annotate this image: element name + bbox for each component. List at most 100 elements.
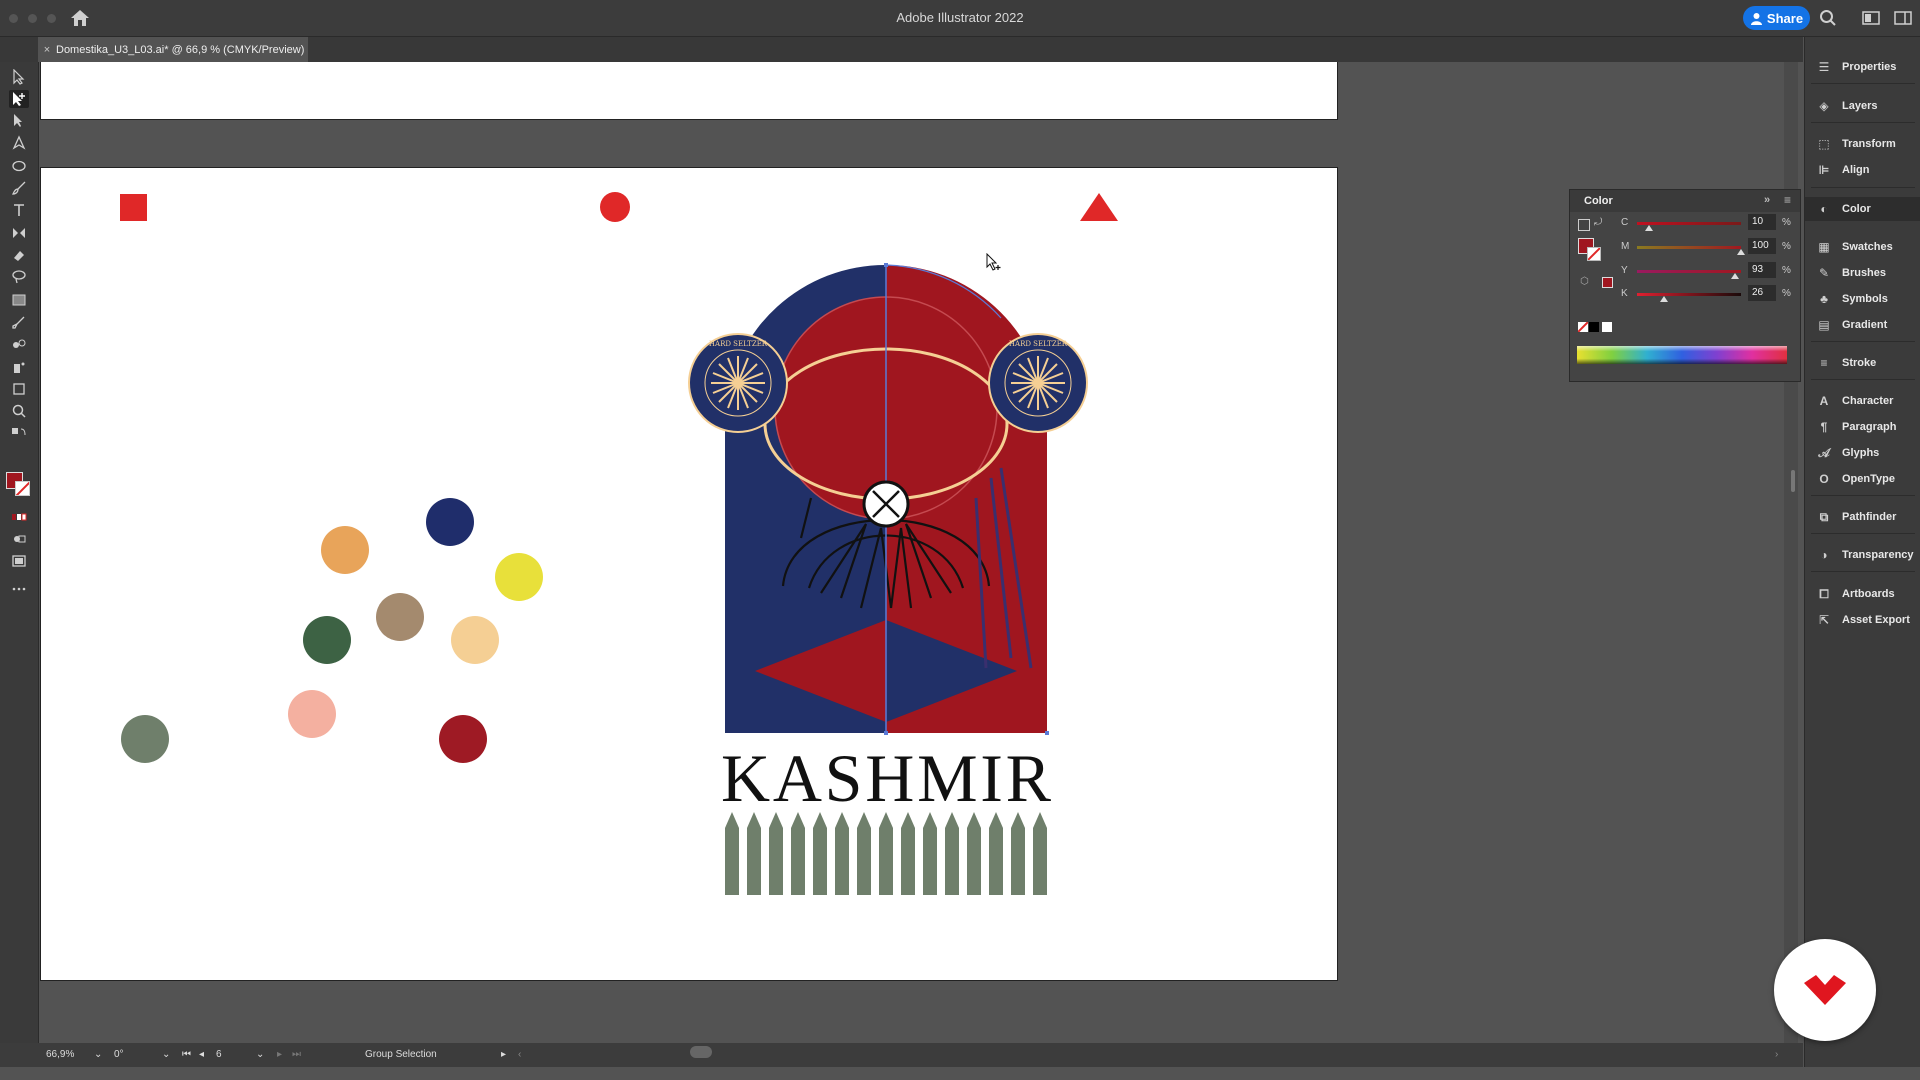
zoom-level-field[interactable]: 66,9% bbox=[46, 1049, 74, 1060]
search-icon[interactable] bbox=[1819, 9, 1837, 27]
scroll-left-icon[interactable]: ‹ bbox=[518, 1049, 521, 1060]
close-tab-icon[interactable]: × bbox=[38, 44, 56, 56]
panel-item-opentype[interactable]: O OpenType bbox=[1805, 467, 1920, 491]
selection-tool-icon[interactable] bbox=[9, 68, 29, 86]
gradient-tool-icon[interactable] bbox=[9, 291, 29, 309]
rotation-field[interactable]: 0° bbox=[114, 1049, 124, 1060]
color-mode-icon[interactable] bbox=[9, 508, 29, 526]
panel-item-pathfinder[interactable]: ⧉ Pathfinder bbox=[1805, 505, 1920, 529]
color-spectrum-bar[interactable] bbox=[1577, 346, 1787, 364]
horizontal-scroll-thumb[interactable] bbox=[690, 1046, 712, 1058]
zoom-dropdown-icon[interactable]: ⌄ bbox=[94, 1049, 102, 1060]
artboard-upper[interactable] bbox=[40, 62, 1338, 120]
palette-swatch-peach[interactable] bbox=[451, 616, 499, 664]
artboard[interactable]: HARD SELTZER HARD SELTZER KASHMIR bbox=[40, 167, 1338, 981]
app-title: Adobe Illustrator 2022 bbox=[896, 10, 1024, 25]
yellow-slider-thumb[interactable] bbox=[1731, 273, 1739, 279]
red-triangle-shape[interactable] bbox=[1080, 193, 1118, 221]
palette-swatch-green[interactable] bbox=[303, 616, 351, 664]
pen-tool-icon[interactable] bbox=[9, 134, 29, 152]
paintbrush-tool-icon[interactable] bbox=[9, 179, 29, 197]
rotation-dropdown-icon[interactable]: ⌄ bbox=[162, 1049, 170, 1060]
group-selection-tool-icon[interactable] bbox=[9, 90, 29, 108]
screen-mode-icon[interactable] bbox=[9, 552, 29, 570]
next-artboard-icon[interactable]: ▸ bbox=[277, 1049, 282, 1060]
workspace-switcher-icon[interactable] bbox=[1862, 9, 1880, 27]
direct-selection-tool-icon[interactable] bbox=[9, 112, 29, 130]
panel-item-glyphs[interactable]: 𝒜 Glyphs bbox=[1805, 441, 1920, 465]
artboard-dropdown-icon[interactable]: ⌄ bbox=[256, 1049, 264, 1060]
panel-item-artboards[interactable]: ⧠ Artboards bbox=[1805, 582, 1920, 606]
panel-item-color[interactable]: ◐ Color bbox=[1805, 197, 1920, 221]
document-tab[interactable]: × Domestika_U3_L03.ai* @ 66,9 % (CMYK/Pr… bbox=[38, 37, 308, 62]
artboard-tool-icon[interactable] bbox=[9, 380, 29, 398]
collapse-panel-icon[interactable]: » bbox=[1764, 194, 1770, 206]
lasso-tool-icon[interactable] bbox=[9, 268, 29, 286]
panel-toggle-icon[interactable] bbox=[1894, 9, 1912, 27]
black-value-input[interactable]: 26 bbox=[1748, 285, 1776, 301]
magenta-slider-row[interactable]: M 100 % bbox=[1570, 236, 1800, 258]
kashmir-wordmark[interactable]: KASHMIR bbox=[721, 740, 1052, 816]
first-artboard-icon[interactable]: ⏮ bbox=[182, 1049, 191, 1060]
magenta-value-input[interactable]: 100 bbox=[1748, 238, 1776, 254]
palette-swatch-yellow[interactable] bbox=[495, 553, 543, 601]
yellow-value-input[interactable]: 93 bbox=[1748, 262, 1776, 278]
panel-item-align[interactable]: ⊫ Align bbox=[1805, 158, 1920, 182]
scroll-right-icon[interactable]: › bbox=[1775, 1049, 1778, 1060]
draw-mode-icon[interactable] bbox=[9, 530, 29, 548]
artwork-canvas[interactable]: HARD SELTZER HARD SELTZER KASHMIR bbox=[41, 168, 1337, 980]
medallion-left[interactable]: HARD SELTZER bbox=[688, 333, 788, 433]
panel-item-gradient[interactable]: ▤ Gradient bbox=[1805, 313, 1920, 337]
eyedropper-tool-icon[interactable] bbox=[9, 313, 29, 331]
black-swatch[interactable] bbox=[1589, 322, 1599, 332]
panel-menu-icon[interactable]: ≡ bbox=[1784, 193, 1791, 207]
panel-item-stroke[interactable]: ≡ Stroke bbox=[1805, 351, 1920, 375]
medallion-right[interactable]: HARD SELTZER bbox=[988, 333, 1088, 433]
palette-swatch-crimson[interactable] bbox=[439, 715, 487, 763]
last-artboard-icon[interactable]: ⏭ bbox=[292, 1049, 301, 1060]
fence-pickets[interactable] bbox=[725, 812, 1047, 895]
more-tools-icon[interactable] bbox=[9, 580, 29, 598]
panel-item-character[interactable]: A Character bbox=[1805, 389, 1920, 413]
none-swatch[interactable] bbox=[1578, 322, 1588, 332]
panel-item-swatches[interactable]: ▦ Swatches bbox=[1805, 235, 1920, 259]
palette-swatch-orange[interactable] bbox=[321, 526, 369, 574]
panel-item-symbols[interactable]: ♣ Symbols bbox=[1805, 287, 1920, 311]
palette-swatch-sage[interactable] bbox=[121, 715, 169, 763]
yellow-slider-row[interactable]: Y 93 % bbox=[1570, 260, 1800, 282]
palette-swatch-navy[interactable] bbox=[426, 498, 474, 546]
blend-tool-icon[interactable] bbox=[9, 335, 29, 353]
white-swatch[interactable] bbox=[1602, 322, 1612, 332]
palette-swatch-pink[interactable] bbox=[288, 690, 336, 738]
panel-item-properties[interactable]: ☰ Properties bbox=[1805, 55, 1920, 79]
panel-item-transform[interactable]: ⬚ Transform bbox=[1805, 132, 1920, 156]
cyan-slider-thumb[interactable] bbox=[1645, 225, 1653, 231]
panel-item-transparency[interactable]: ◑ Transparency bbox=[1805, 543, 1920, 567]
panel-item-brushes[interactable]: ✎ Brushes bbox=[1805, 261, 1920, 285]
share-button[interactable]: Share bbox=[1743, 6, 1810, 30]
zoom-tool-icon[interactable] bbox=[9, 402, 29, 420]
panel-item-layers[interactable]: ◈ Layers bbox=[1805, 94, 1920, 118]
reflect-tool-icon[interactable] bbox=[9, 224, 29, 242]
ellipse-tool-icon[interactable] bbox=[9, 157, 29, 175]
status-menu-icon[interactable]: ▸ bbox=[501, 1049, 506, 1060]
swap-fill-stroke-icon[interactable] bbox=[9, 424, 29, 442]
symbol-sprayer-tool-icon[interactable] bbox=[9, 358, 29, 376]
vertical-scroll-thumb[interactable] bbox=[1791, 470, 1795, 492]
red-circle-shape[interactable] bbox=[600, 192, 630, 222]
previous-artboard-icon[interactable]: ◂ bbox=[199, 1049, 204, 1060]
black-slider-thumb[interactable] bbox=[1660, 296, 1668, 302]
panel-item-asset-export[interactable]: ⇱ Asset Export bbox=[1805, 608, 1920, 632]
kashmir-illustration[interactable]: HARD SELTZER HARD SELTZER KASHMIR bbox=[688, 263, 1088, 895]
eraser-tool-icon[interactable] bbox=[9, 246, 29, 264]
type-tool-icon[interactable] bbox=[9, 201, 29, 219]
magenta-slider-thumb[interactable] bbox=[1737, 249, 1745, 255]
panel-item-paragraph[interactable]: ¶ Paragraph bbox=[1805, 415, 1920, 439]
cyan-value-input[interactable]: 10 bbox=[1748, 214, 1776, 230]
palette-swatch-taupe[interactable] bbox=[376, 593, 424, 641]
fill-stroke-swatch[interactable] bbox=[6, 472, 32, 498]
cyan-slider-row[interactable]: C 10 % bbox=[1570, 212, 1800, 234]
black-slider-row[interactable]: K 26 % bbox=[1570, 283, 1800, 305]
artboard-number-field[interactable]: 6 bbox=[216, 1049, 222, 1060]
red-square-shape[interactable] bbox=[120, 194, 147, 221]
